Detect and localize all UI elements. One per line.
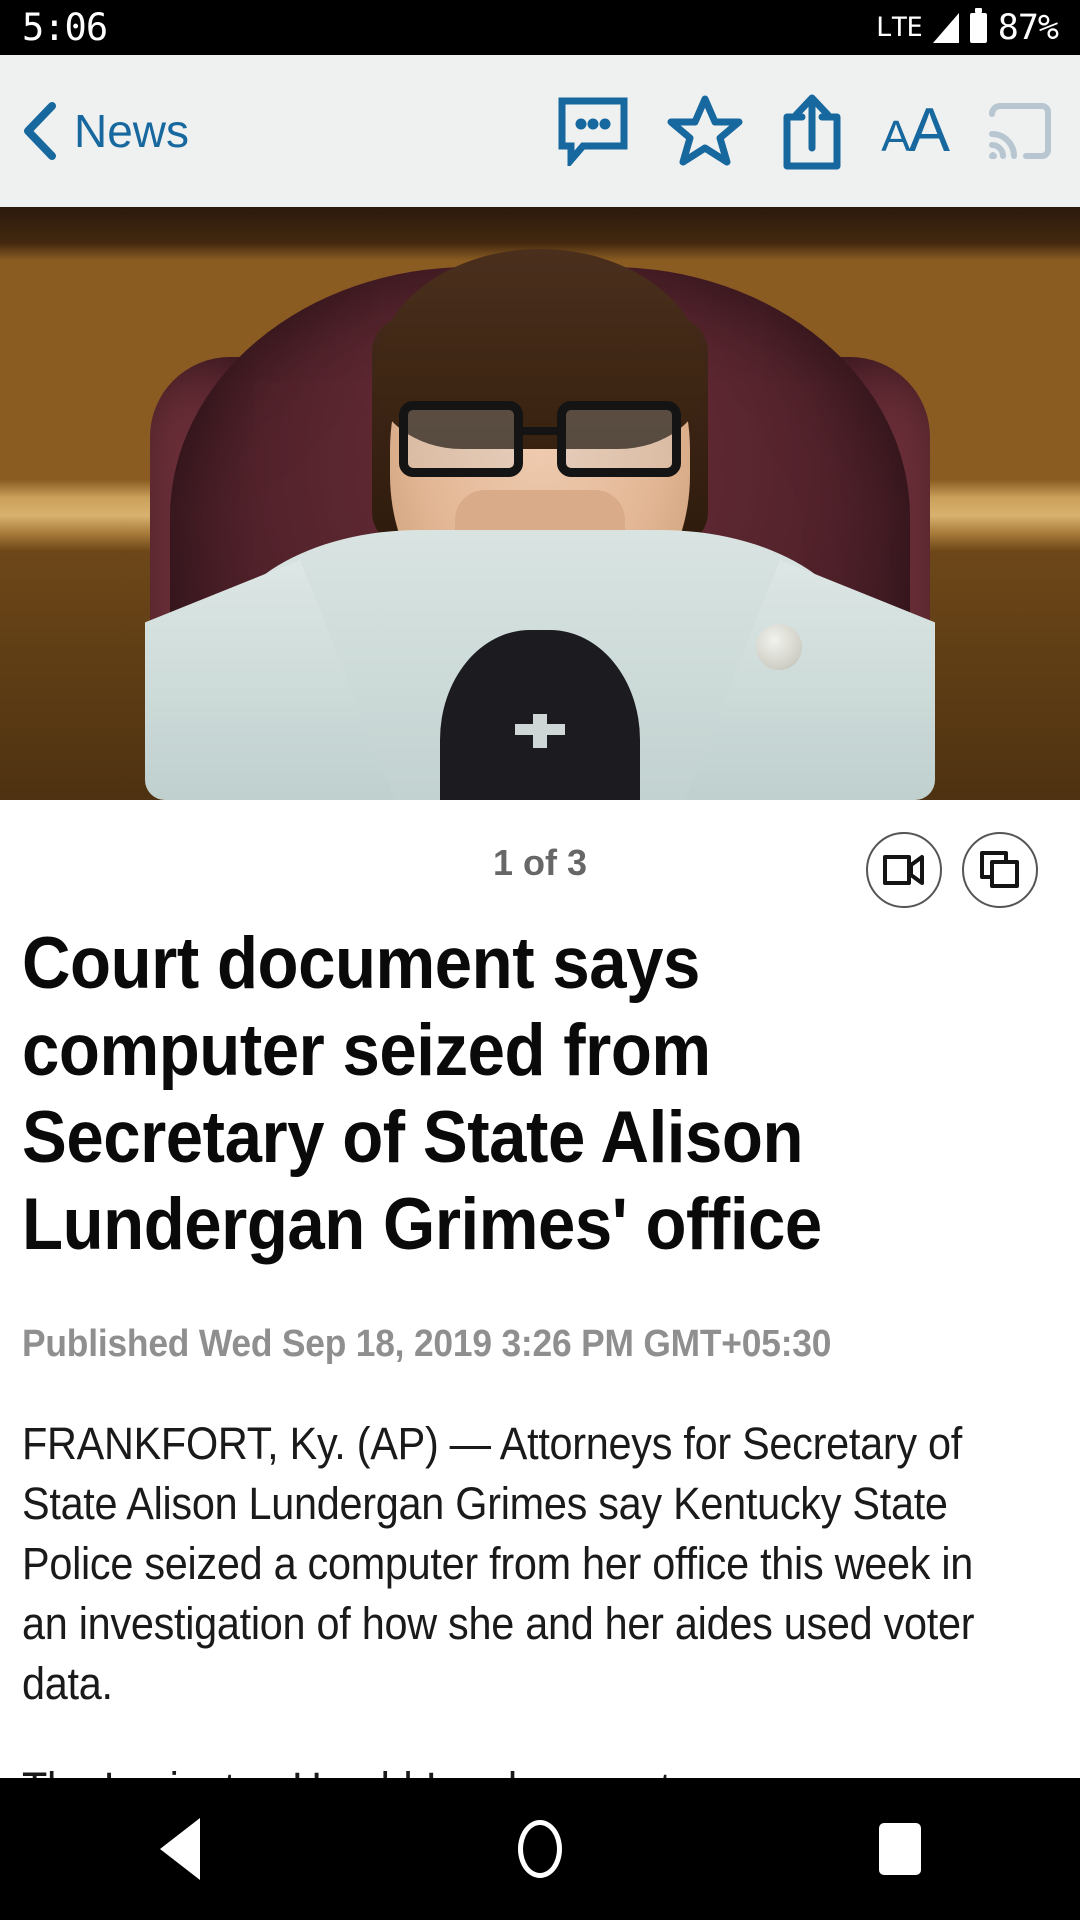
network-type-label: LTE bbox=[876, 12, 923, 43]
comment-icon[interactable] bbox=[557, 96, 629, 166]
lens-right bbox=[557, 401, 681, 477]
back-button[interactable]: News bbox=[18, 100, 189, 162]
status-bar: 5:06 LTE 87% bbox=[0, 0, 1080, 55]
article-paragraph-2: The Lexington Herald-Leader reports bbox=[22, 1759, 975, 1778]
signal-triangle-icon bbox=[932, 12, 959, 43]
android-home-button[interactable] bbox=[480, 1778, 600, 1920]
app-nav-bar: News AA bbox=[0, 55, 1080, 207]
video-camera-icon[interactable] bbox=[866, 832, 942, 908]
home-circle-icon bbox=[518, 1820, 562, 1878]
cast-icon[interactable] bbox=[986, 100, 1054, 162]
lapel-pin bbox=[756, 624, 802, 670]
nav-actions: AA bbox=[557, 92, 1054, 170]
gallery-controls: 1 of 3 bbox=[0, 800, 1080, 920]
article-scroll-region[interactable]: Court document says computer seized from… bbox=[0, 920, 1080, 1778]
battery-percent-label: 87% bbox=[997, 7, 1059, 48]
eyeglasses-icon bbox=[399, 399, 681, 479]
share-icon[interactable] bbox=[781, 92, 843, 170]
battery-icon bbox=[969, 7, 987, 43]
article-content: Court document says computer seized from… bbox=[0, 920, 1080, 1778]
necklace-pendant bbox=[515, 714, 565, 748]
recents-square-icon bbox=[879, 1823, 921, 1875]
hero-image[interactable] bbox=[0, 207, 1080, 800]
stacked-photos-icon[interactable] bbox=[962, 832, 1038, 908]
article-paragraph-1: FRANKFORT, Ky. (AP) — Attorneys for Secr… bbox=[22, 1418, 975, 1709]
star-icon[interactable] bbox=[667, 94, 743, 168]
status-clock: 5:06 bbox=[22, 6, 108, 49]
text-size-small-a: A bbox=[881, 112, 910, 161]
chevron-left-icon bbox=[18, 100, 60, 162]
back-button-label: News bbox=[74, 105, 190, 157]
text-size-icon[interactable]: AA bbox=[881, 96, 950, 165]
lens-left bbox=[399, 401, 523, 477]
android-recents-button[interactable] bbox=[840, 1778, 960, 1920]
android-back-button[interactable] bbox=[120, 1778, 240, 1920]
android-navigation-bar bbox=[0, 1778, 1080, 1920]
published-timestamp: Published Wed Sep 18, 2019 3:26 PM GMT+0… bbox=[22, 1323, 832, 1365]
page-title: Court document says computer seized from… bbox=[22, 923, 822, 1265]
status-indicators: LTE 87% bbox=[876, 7, 1059, 48]
text-size-big-a: A bbox=[908, 96, 950, 165]
back-triangle-icon bbox=[160, 1818, 200, 1880]
